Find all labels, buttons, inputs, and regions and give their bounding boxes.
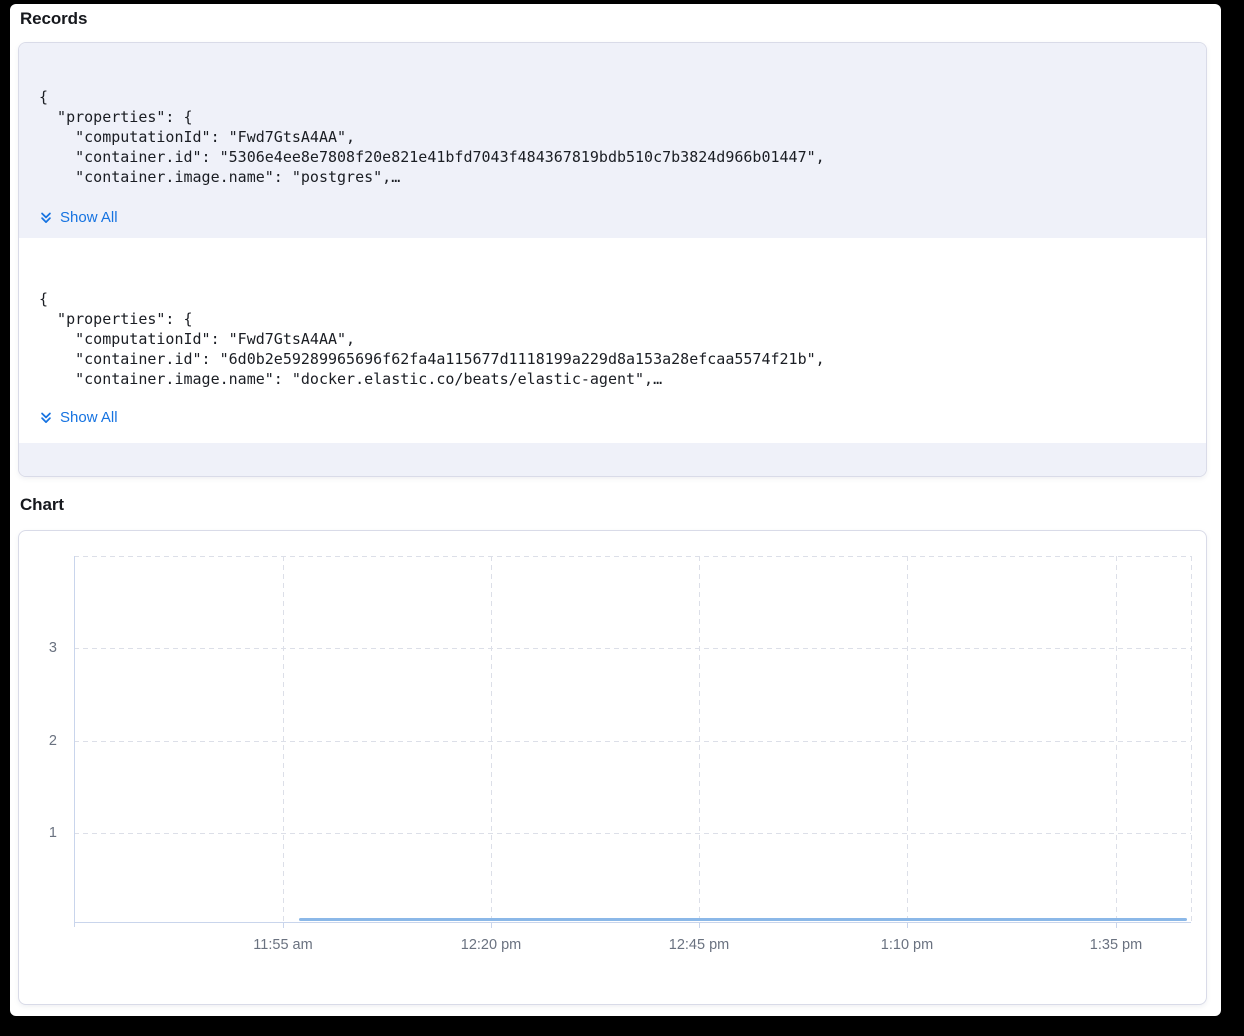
gridline-h (74, 741, 1191, 742)
x-axis-tick (699, 922, 700, 928)
record-json-1: { "properties": { "computationId": "Fwd7… (39, 87, 825, 187)
json-line: "container.image.name": "docker.elastic.… (39, 369, 825, 389)
chart-panel: 3 2 1 11:55 am 12:20 pm 12:45 pm 1:10 pm… (18, 530, 1207, 1005)
record-row-2: { "properties": { "computationId": "Fwd7… (19, 238, 1206, 443)
json-line: { (39, 87, 825, 107)
x-axis-label: 1:35 pm (1051, 935, 1181, 955)
show-all-label: Show All (60, 208, 118, 228)
record-row-3-partial (19, 443, 1206, 477)
gridline-v (283, 556, 284, 922)
record-json-2: { "properties": { "computationId": "Fwd7… (39, 289, 825, 389)
x-axis-tick (907, 922, 908, 928)
json-line: "properties": { (39, 309, 825, 329)
chart-plot-area: 3 2 1 11:55 am 12:20 pm 12:45 pm 1:10 pm… (19, 531, 1206, 1004)
double-chevron-down-icon (39, 411, 53, 425)
gridline-v (1116, 556, 1117, 922)
chart-section-title: Chart (20, 494, 64, 516)
double-chevron-down-icon (39, 211, 53, 225)
x-axis-label: 11:55 am (218, 935, 348, 955)
json-line: "container.id": "5306e4ee8e7808f20e821e4… (39, 147, 825, 167)
json-line: "computationId": "Fwd7GtsA4AA", (39, 127, 825, 147)
gridline-v (907, 556, 908, 922)
x-axis-label: 12:20 pm (426, 935, 556, 955)
show-all-label: Show All (60, 408, 118, 428)
gridline-v (699, 556, 700, 922)
json-line: "computationId": "Fwd7GtsA4AA", (39, 329, 825, 349)
gridline-h (74, 648, 1191, 649)
y-axis-line (74, 556, 75, 927)
app-window: Records { "properties": { "computationId… (10, 4, 1221, 1016)
show-all-button[interactable]: Show All (39, 408, 118, 428)
json-line: "properties": { (39, 107, 825, 127)
x-axis-tick (491, 922, 492, 928)
x-axis-tick (283, 922, 284, 928)
x-axis-line (74, 922, 1191, 923)
series-line (299, 918, 1187, 921)
gridline-v (491, 556, 492, 922)
x-axis-tick (1116, 922, 1117, 928)
gridline-h (74, 833, 1191, 834)
records-section-title: Records (20, 8, 87, 30)
records-panel: { "properties": { "computationId": "Fwd7… (18, 42, 1207, 477)
record-row-1: { "properties": { "computationId": "Fwd7… (19, 43, 1206, 238)
json-line: { (39, 289, 825, 309)
y-axis-label: 2 (19, 731, 57, 751)
x-axis-label: 1:10 pm (842, 935, 972, 955)
x-axis-label: 12:45 pm (634, 935, 764, 955)
gridline-h (74, 556, 1191, 557)
gridline-v (1191, 556, 1192, 922)
json-line: "container.image.name": "postgres",… (39, 167, 825, 187)
show-all-button[interactable]: Show All (39, 208, 118, 228)
y-axis-label: 1 (19, 823, 57, 843)
y-axis-label: 3 (19, 638, 57, 658)
json-line: "container.id": "6d0b2e59289965696f62fa4… (39, 349, 825, 369)
